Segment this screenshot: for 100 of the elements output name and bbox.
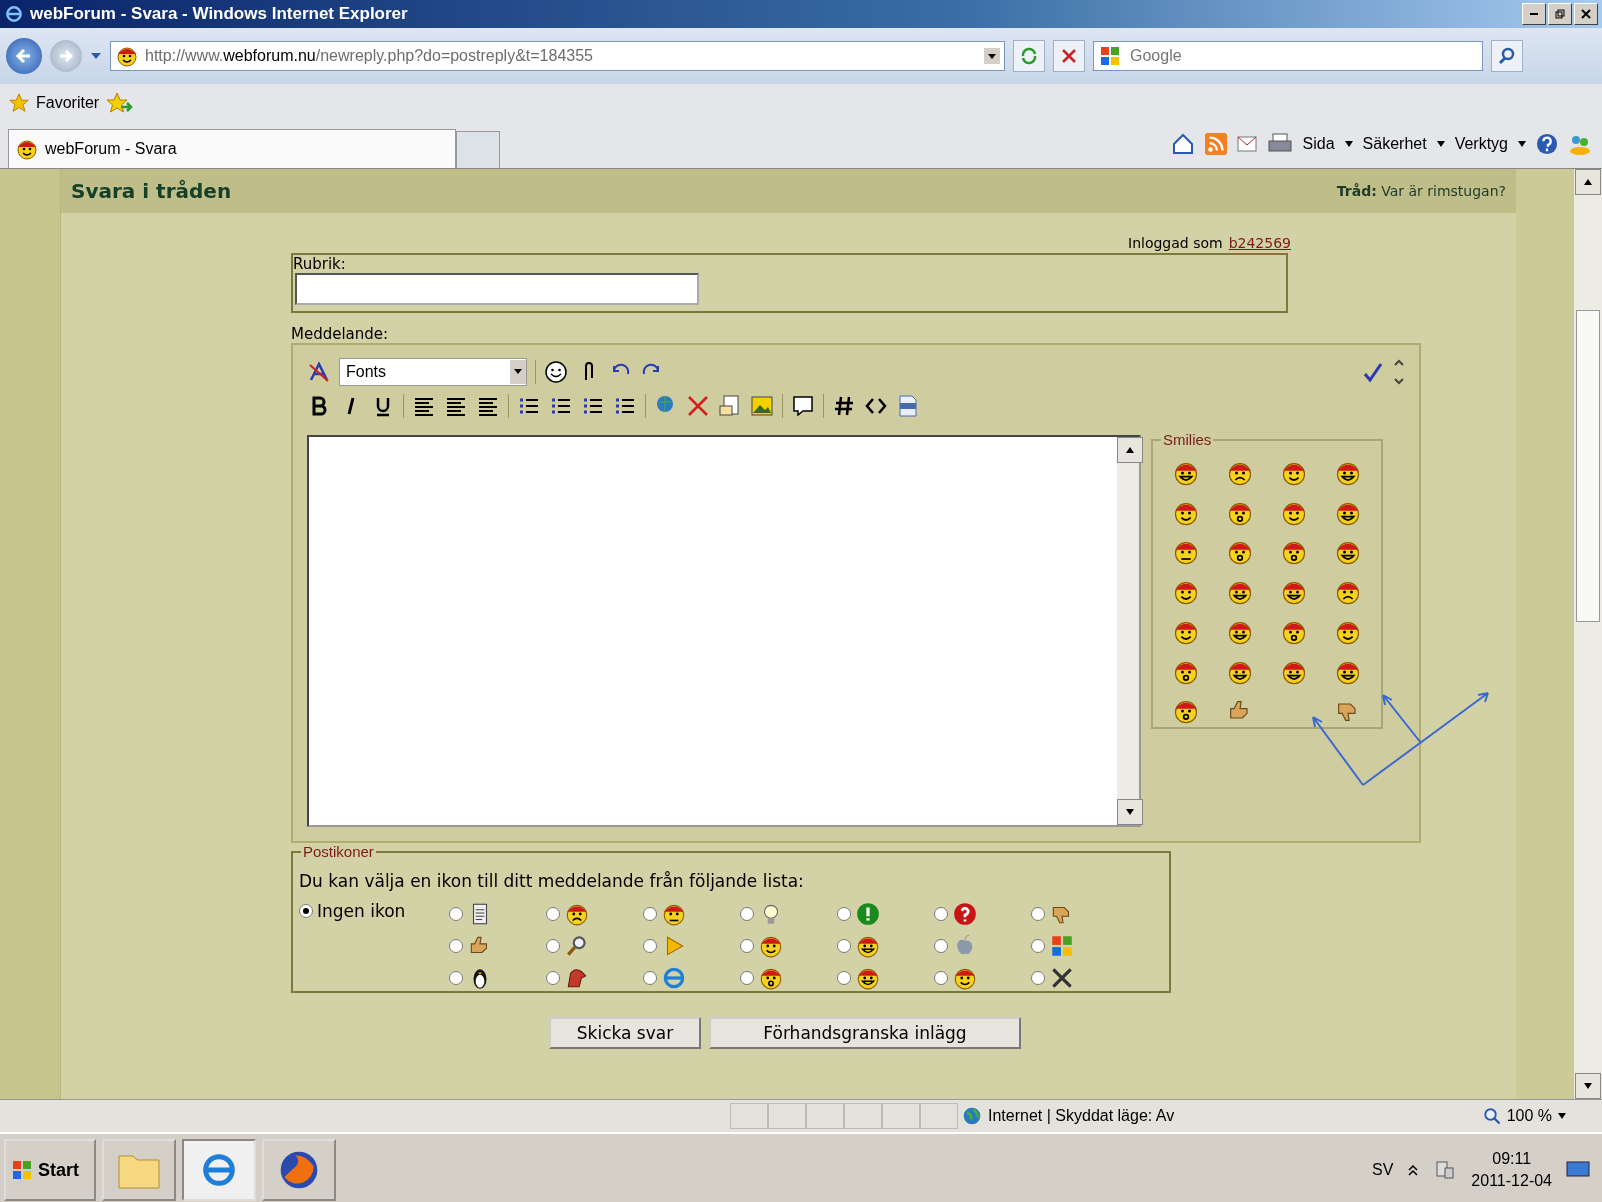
radio-button[interactable]: [546, 907, 560, 921]
radio-button[interactable]: [934, 939, 948, 953]
command-menu[interactable]: Säkerhet: [1362, 135, 1427, 153]
remove-format-icon[interactable]: [307, 360, 331, 384]
taskbar-button[interactable]: [262, 1139, 336, 1201]
stop-button[interactable]: [1053, 40, 1085, 72]
scroll-down-button[interactable]: [1117, 799, 1143, 825]
close-icon: [1581, 9, 1591, 19]
zoom-level[interactable]: 100 %: [1506, 1107, 1552, 1125]
caret-icon[interactable]: [90, 51, 102, 61]
image-icon[interactable]: [750, 394, 774, 418]
radio-button[interactable]: [1031, 971, 1045, 985]
clock[interactable]: 09:11 2011-12-04: [1471, 1147, 1552, 1193]
logged-in-label: Inloggad som: [1128, 235, 1223, 251]
home-icon[interactable]: [1170, 132, 1195, 156]
resize-arrows-icon[interactable]: [1393, 359, 1405, 385]
scroll-up-icon: [1584, 179, 1592, 185]
restore-button[interactable]: [1548, 3, 1572, 25]
zoom-icon[interactable]: [1482, 1107, 1501, 1125]
close-button[interactable]: [1574, 3, 1598, 25]
radio-button[interactable]: [740, 971, 754, 985]
radio-button[interactable]: [546, 971, 560, 985]
radio-button[interactable]: [837, 939, 851, 953]
back-button[interactable]: [6, 38, 42, 74]
tools-icon: [1049, 965, 1075, 991]
site-favicon-icon: [15, 137, 39, 161]
question-icon: [952, 901, 978, 927]
scroll-down-button[interactable]: [1575, 1073, 1601, 1099]
close-icon: [1061, 48, 1077, 64]
radio-button[interactable]: [643, 907, 657, 921]
radio-button[interactable]: [740, 907, 754, 921]
preview-button[interactable]: Förhandsgranska inlägg: [709, 1017, 1021, 1049]
subject-field[interactable]: [295, 273, 699, 305]
exclaim-icon: [855, 901, 881, 927]
quote-icon[interactable]: [791, 394, 815, 418]
feed-icon[interactable]: [1204, 133, 1227, 155]
no-icon-label: Ingen ikon: [317, 901, 406, 921]
radio-button[interactable]: [643, 971, 657, 985]
site-favicon-icon: [115, 44, 139, 68]
radio-button[interactable]: [837, 907, 851, 921]
command-menu[interactable]: Sida: [1302, 135, 1335, 153]
submit-button[interactable]: Skicka svar: [549, 1017, 701, 1049]
radio-button[interactable]: [1031, 907, 1045, 921]
search-icon: [1498, 47, 1516, 65]
taskbar-button[interactable]: [102, 1139, 176, 1201]
radio-button[interactable]: [299, 904, 313, 918]
start-button[interactable]: Start: [4, 1139, 96, 1201]
forward-arrow-icon: [57, 47, 75, 65]
address-field[interactable]: http://www.webforum.nu/newreply.php?do=postreply&t=184355: [110, 41, 1005, 71]
search-provider-icon: [1098, 44, 1122, 68]
font-select[interactable]: Fonts: [339, 358, 527, 386]
scroll-down-icon: [1584, 1083, 1592, 1089]
scrollbar[interactable]: [1574, 169, 1602, 1099]
radio-button[interactable]: [449, 971, 463, 985]
radio-button[interactable]: [546, 939, 560, 953]
thread-title: Tråd: Var är rimstugan?: [1336, 183, 1506, 199]
refresh-icon: [1019, 46, 1039, 66]
radio-button[interactable]: [449, 939, 463, 953]
status-pane: [882, 1103, 920, 1129]
search-input[interactable]: Google: [1128, 46, 1452, 66]
status-pane: [768, 1103, 806, 1129]
scroll-thumb[interactable]: [1576, 310, 1600, 622]
scroll-up-button[interactable]: [1117, 437, 1143, 463]
mail-icon[interactable]: [1236, 136, 1257, 152]
username-link[interactable]: b242569: [1228, 235, 1291, 251]
scroll-down-icon: [1126, 809, 1134, 815]
radio-button[interactable]: [837, 971, 851, 985]
windows-icon: [1049, 933, 1075, 959]
add-favorite-icon[interactable]: [107, 91, 134, 115]
radio-button[interactable]: [934, 971, 948, 985]
caret-icon: [1518, 141, 1526, 147]
php-file-icon[interactable]: [896, 394, 920, 418]
language-indicator[interactable]: SV: [1372, 1161, 1394, 1179]
radio-button[interactable]: [449, 907, 463, 921]
radio-button[interactable]: [643, 939, 657, 953]
caret-icon: [514, 369, 522, 375]
search-button[interactable]: [1491, 40, 1523, 72]
scroll-up-button[interactable]: [1575, 169, 1601, 195]
message-field[interactable]: [307, 435, 1141, 827]
caret-icon: [1344, 141, 1353, 147]
radio-button[interactable]: [1031, 939, 1045, 953]
command-menu[interactable]: Verktyg: [1454, 135, 1508, 153]
help-icon[interactable]: [1536, 133, 1558, 155]
status-pane: [806, 1103, 844, 1129]
page-heading: Svara i tråden: [71, 179, 232, 203]
radio-button[interactable]: [740, 939, 754, 953]
dropdown-icon[interactable]: [984, 48, 1000, 64]
hash-icon[interactable]: [832, 394, 856, 418]
unlink-icon[interactable]: [686, 394, 710, 418]
taskbar-button[interactable]: [182, 1139, 256, 1201]
browser-tab[interactable]: webForum - Svara: [8, 129, 456, 168]
minimize-button[interactable]: [1522, 3, 1546, 25]
show-desktop-icon[interactable]: [1566, 1160, 1590, 1180]
search-field[interactable]: Google: [1093, 41, 1483, 71]
chevron-up-icon[interactable]: [1407, 1163, 1420, 1177]
favorites-button[interactable]: Favoriter: [8, 92, 100, 114]
radio-button[interactable]: [934, 907, 948, 921]
emoticon-icon[interactable]: [544, 360, 568, 384]
email-link-icon[interactable]: [718, 394, 742, 418]
refresh-button[interactable]: [1013, 40, 1045, 72]
